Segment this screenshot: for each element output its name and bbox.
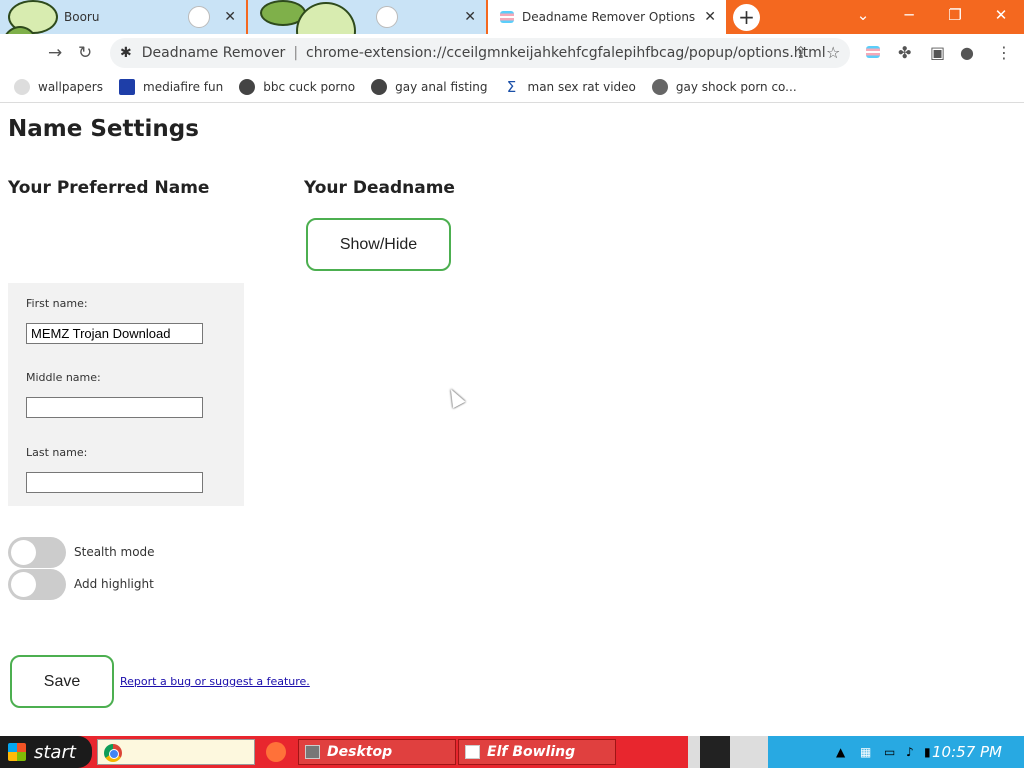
- options-page: Name Settings Your Preferred Name Your D…: [0, 104, 1024, 736]
- toggle-knob: [11, 540, 36, 565]
- toggle-knob: [11, 572, 36, 597]
- globe-icon: [371, 79, 388, 95]
- last-name-input[interactable]: [26, 472, 203, 493]
- tab-search-icon[interactable]: ⌄: [848, 6, 878, 24]
- firefox-icon[interactable]: [266, 742, 286, 762]
- address-separator: |: [293, 45, 299, 61]
- site-name: Deadname Remover: [141, 45, 286, 61]
- trans-flag-icon: [500, 11, 514, 23]
- elf-bowling-icon: [465, 745, 480, 759]
- show-hide-button[interactable]: Show/Hide: [306, 218, 451, 271]
- taskbar-chrome-button[interactable]: [97, 739, 255, 765]
- system-tray: ▲ ▦ ▭ ♪ ▮ 10:57 PM: [768, 736, 1024, 768]
- share-icon[interactable]: ⇪: [794, 43, 807, 62]
- taskbar-elf-bowling-button[interactable]: Elf Bowling: [458, 739, 616, 765]
- stealth-mode-label: Stealth mode: [74, 545, 155, 559]
- side-panel-icon[interactable]: ▣: [930, 43, 945, 62]
- mediafire-icon: [119, 79, 135, 95]
- bookmark-label: gay shock porn co...: [675, 80, 797, 94]
- deadname-heading: Your Deadname: [304, 178, 455, 198]
- start-label: start: [34, 741, 76, 763]
- address-bar[interactable]: ✱ Deadname Remover | chrome-extension://…: [110, 38, 850, 68]
- tray-arrow-icon[interactable]: ▲: [836, 745, 845, 759]
- bookmark-label: mediafire fun: [143, 80, 224, 94]
- bookmark-mediafire-fun[interactable]: mediafire fun: [119, 79, 223, 95]
- profile-avatar-icon[interactable]: ●: [960, 43, 974, 62]
- save-button[interactable]: Save: [10, 655, 114, 708]
- bookmark-label: bbc cuck porno: [263, 80, 356, 94]
- bookmark-label: man sex rat video: [527, 80, 636, 94]
- reddit-icon: [188, 6, 210, 28]
- taskbar-desktop-button[interactable]: Desktop: [298, 739, 456, 765]
- menu-kebab-icon[interactable]: ⋮: [996, 43, 1012, 62]
- reddit-icon: [376, 6, 398, 28]
- add-highlight-label: Add highlight: [74, 577, 154, 591]
- extension-puzzle-icon: ✱: [120, 45, 132, 61]
- taskbar-task-label: Desktop: [327, 744, 393, 760]
- page-title: Name Settings: [8, 116, 199, 142]
- mouse-cursor-icon: [444, 385, 466, 409]
- desktop-icon: [305, 745, 320, 759]
- sigma-icon: Σ: [506, 78, 517, 96]
- tab-close-icon[interactable]: ✕: [224, 9, 236, 25]
- bookmark-label: wallpapers: [38, 80, 103, 94]
- restore-button[interactable]: ❐: [940, 6, 970, 24]
- bookmark-3[interactable]: bbc cuck porno: [239, 79, 355, 95]
- bookmarks-bar: wallpapers mediafire fun bbc cuck porno …: [0, 72, 1024, 103]
- minimize-button[interactable]: ─: [894, 6, 924, 24]
- skull-icon: [651, 79, 668, 95]
- bookmark-5[interactable]: Σ man sex rat video: [504, 79, 636, 95]
- report-bug-link[interactable]: Report a bug or suggest a feature.: [120, 675, 310, 688]
- bookmark-star-icon[interactable]: ☆: [826, 43, 840, 62]
- preferred-name-heading: Your Preferred Name: [8, 178, 210, 198]
- bookmark-wallpapers[interactable]: wallpapers: [14, 79, 103, 95]
- bookmark-label: gay anal fisting: [395, 80, 488, 94]
- battery-icon[interactable]: ▮: [924, 745, 931, 759]
- taskbar: start Desktop Elf Bowling ▲ ▦ ▭ ♪ ▮ 10:5…: [0, 736, 1024, 768]
- address-url: chrome-extension://cceilgmnkeijahkehfcgf…: [306, 45, 826, 61]
- tab-close-icon[interactable]: ✕: [464, 9, 476, 25]
- extensions-icon[interactable]: ✤: [898, 43, 911, 62]
- volume-icon[interactable]: ♪: [906, 745, 914, 759]
- windows-logo-icon: [8, 743, 26, 761]
- chrome-icon: [104, 744, 122, 762]
- tray-app-icon[interactable]: ▦: [860, 745, 871, 759]
- middle-name-input[interactable]: [26, 397, 203, 418]
- taskbar-decoration: [700, 736, 730, 768]
- new-tab-button[interactable]: +: [733, 4, 760, 31]
- middle-name-label: Middle name:: [26, 371, 101, 384]
- stealth-mode-toggle[interactable]: [8, 537, 66, 568]
- reddit-icon: [14, 79, 30, 95]
- tab-deadname-remover-options[interactable]: Deadname Remover Options ✕: [488, 0, 726, 34]
- bookmark-6[interactable]: gay shock porn co...: [651, 79, 797, 95]
- last-name-label: Last name:: [26, 446, 88, 459]
- reload-icon[interactable]: ↻: [78, 43, 92, 63]
- trans-flag-icon[interactable]: [866, 46, 880, 58]
- first-name-label: First name:: [26, 297, 88, 310]
- taskbar-clock[interactable]: 10:57 PM: [932, 743, 1002, 761]
- forward-icon[interactable]: →: [48, 43, 62, 63]
- network-icon[interactable]: ▭: [884, 745, 895, 759]
- start-button[interactable]: start: [0, 736, 92, 768]
- globe-icon: [239, 79, 256, 95]
- bookmark-4[interactable]: gay anal fisting: [371, 79, 488, 95]
- browser-toolbar: → ↻ ✱ Deadname Remover | chrome-extensio…: [0, 34, 1024, 72]
- preferred-name-panel: First name: MEMZ Trojan Download Middle …: [8, 283, 244, 506]
- add-highlight-toggle[interactable]: [8, 569, 66, 600]
- taskbar-task-label: Elf Bowling: [487, 744, 576, 760]
- tab-close-icon[interactable]: ✕: [704, 9, 716, 25]
- close-window-button[interactable]: ✕: [986, 6, 1016, 24]
- tab-title: Deadname Remover Options: [522, 10, 696, 24]
- first-name-input[interactable]: MEMZ Trojan Download: [26, 323, 203, 344]
- tab-strip: Booru ✕ ✕ Deadname Remover Options ✕ + ⌄…: [0, 0, 1024, 34]
